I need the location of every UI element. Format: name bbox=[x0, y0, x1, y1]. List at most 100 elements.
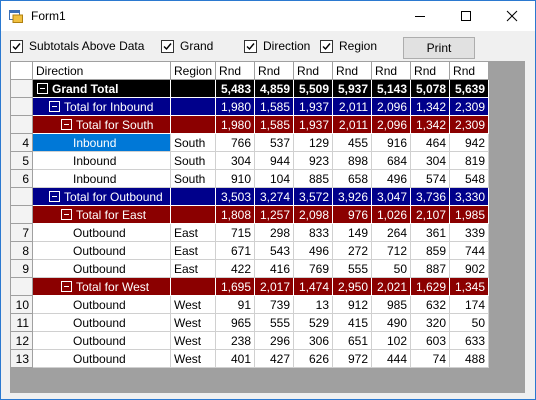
value-cell[interactable]: 74 bbox=[410, 349, 451, 368]
flex-grid[interactable]: Direction Region Rnd Rnd Rnd Rnd Rnd Rnd Rnd Gran… bbox=[10, 61, 525, 393]
region-cell[interactable]: South bbox=[169, 169, 217, 188]
value-cell[interactable]: 1,695 bbox=[215, 277, 256, 296]
column-header[interactable]: Rnd bbox=[410, 61, 451, 80]
table-row[interactable]: 7 Outbound East 715 298 833 149 264 361 339 bbox=[10, 223, 490, 242]
value-cell[interactable]: 819 bbox=[449, 151, 490, 170]
value-cell[interactable]: 13 bbox=[293, 295, 334, 314]
region-cell[interactable]: West bbox=[169, 295, 217, 314]
value-cell[interactable]: 1,937 bbox=[293, 97, 334, 116]
subtotal-row[interactable]: Grand Total 5,483 4,859 5,509 5,937 5,143 5,07… bbox=[10, 79, 490, 98]
value-cell[interactable]: 488 bbox=[449, 349, 490, 368]
row-header-cell[interactable]: 12 bbox=[10, 331, 33, 350]
value-cell[interactable]: 2,017 bbox=[254, 277, 295, 296]
value-cell[interactable]: 1,937 bbox=[293, 115, 334, 134]
value-cell[interactable]: 603 bbox=[410, 331, 451, 350]
value-cell[interactable]: 1,585 bbox=[254, 97, 295, 116]
value-cell[interactable]: 427 bbox=[254, 349, 295, 368]
value-cell[interactable]: 555 bbox=[332, 259, 373, 278]
value-cell[interactable]: 2,098 bbox=[293, 205, 334, 224]
row-header-cell[interactable]: 4 bbox=[10, 133, 33, 152]
direction-checkbox[interactable]: Direction bbox=[244, 38, 310, 54]
value-cell[interactable]: 1,345 bbox=[449, 277, 490, 296]
region-cell[interactable]: South bbox=[169, 133, 217, 152]
value-cell[interactable]: 1,985 bbox=[449, 205, 490, 224]
value-cell[interactable]: 5,143 bbox=[371, 79, 412, 98]
direction-cell[interactable]: Outbound bbox=[32, 331, 171, 350]
value-cell[interactable]: 464 bbox=[410, 133, 451, 152]
value-cell[interactable]: 1,585 bbox=[254, 115, 295, 134]
value-cell[interactable]: 626 bbox=[293, 349, 334, 368]
direction-cell[interactable]: Outbound bbox=[32, 313, 171, 332]
direction-cell[interactable]: Total for South bbox=[32, 115, 171, 134]
subtotal-row[interactable]: Total for West 1,695 2,017 1,474 2,950 2,021 1… bbox=[10, 277, 490, 296]
value-cell[interactable]: 976 bbox=[332, 205, 373, 224]
value-cell[interactable]: 490 bbox=[371, 313, 412, 332]
value-cell[interactable]: 304 bbox=[215, 151, 256, 170]
column-header[interactable]: Rnd bbox=[449, 61, 490, 80]
direction-cell[interactable]: Outbound bbox=[32, 223, 171, 242]
region-cell[interactable] bbox=[169, 115, 217, 134]
row-header-cell[interactable] bbox=[10, 277, 33, 296]
collapse-icon[interactable] bbox=[61, 208, 72, 220]
value-cell[interactable]: 2,950 bbox=[332, 277, 373, 296]
value-cell[interactable]: 5,078 bbox=[410, 79, 451, 98]
value-cell[interactable]: 715 bbox=[215, 223, 256, 242]
value-cell[interactable]: 3,330 bbox=[449, 187, 490, 206]
region-cell[interactable] bbox=[169, 205, 217, 224]
value-cell[interactable]: 102 bbox=[371, 331, 412, 350]
value-cell[interactable]: 923 bbox=[293, 151, 334, 170]
row-header-cell[interactable]: 5 bbox=[10, 151, 33, 170]
value-cell[interactable]: 543 bbox=[254, 241, 295, 260]
value-cell[interactable]: 5,639 bbox=[449, 79, 490, 98]
value-cell[interactable]: 1,808 bbox=[215, 205, 256, 224]
value-cell[interactable]: 1,980 bbox=[215, 97, 256, 116]
value-cell[interactable]: 739 bbox=[254, 295, 295, 314]
grid-corner-cell[interactable] bbox=[10, 61, 33, 80]
value-cell[interactable]: 1,629 bbox=[410, 277, 451, 296]
row-header-cell[interactable]: 7 bbox=[10, 223, 33, 242]
direction-cell[interactable]: Outbound bbox=[32, 241, 171, 260]
subtotal-row[interactable]: Total for Outbound 3,503 3,274 3,572 3,926 3,… bbox=[10, 187, 490, 206]
value-cell[interactable]: 416 bbox=[254, 259, 295, 278]
value-cell[interactable]: 1,474 bbox=[293, 277, 334, 296]
value-cell[interactable]: 912 bbox=[332, 295, 373, 314]
value-cell[interactable]: 2,096 bbox=[371, 97, 412, 116]
value-cell[interactable]: 942 bbox=[449, 133, 490, 152]
table-row[interactable]: 5 Inbound South 304 944 923 898 684 304 819 bbox=[10, 151, 490, 170]
column-header[interactable]: Rnd bbox=[293, 61, 334, 80]
value-cell[interactable]: 633 bbox=[449, 331, 490, 350]
region-cell[interactable]: East bbox=[169, 259, 217, 278]
direction-cell[interactable]: Outbound bbox=[32, 295, 171, 314]
collapse-icon[interactable] bbox=[37, 82, 48, 94]
value-cell[interactable]: 769 bbox=[293, 259, 334, 278]
value-cell[interactable]: 529 bbox=[293, 313, 334, 332]
value-cell[interactable]: 401 bbox=[215, 349, 256, 368]
value-cell[interactable]: 859 bbox=[410, 241, 451, 260]
region-cell[interactable] bbox=[169, 97, 217, 116]
value-cell[interactable]: 985 bbox=[371, 295, 412, 314]
value-cell[interactable]: 944 bbox=[254, 151, 295, 170]
direction-cell[interactable]: Total for Inbound bbox=[32, 97, 171, 116]
value-cell[interactable]: 298 bbox=[254, 223, 295, 242]
value-cell[interactable]: 306 bbox=[293, 331, 334, 350]
region-cell[interactable] bbox=[169, 187, 217, 206]
row-header-cell[interactable] bbox=[10, 187, 33, 206]
table-row[interactable]: 13 Outbound West 401 427 626 972 444 74 488 bbox=[10, 349, 490, 368]
value-cell[interactable]: 887 bbox=[410, 259, 451, 278]
collapse-icon[interactable] bbox=[61, 280, 72, 292]
value-cell[interactable]: 415 bbox=[332, 313, 373, 332]
subtotal-row[interactable]: Total for South 1,980 1,585 1,937 2,011 2,096… bbox=[10, 115, 490, 134]
value-cell[interactable]: 658 bbox=[332, 169, 373, 188]
maximize-button[interactable] bbox=[443, 1, 489, 31]
row-header-cell[interactable]: 6 bbox=[10, 169, 33, 188]
direction-cell[interactable]: Total for Outbound bbox=[32, 187, 171, 206]
value-cell[interactable]: 898 bbox=[332, 151, 373, 170]
value-cell[interactable]: 671 bbox=[215, 241, 256, 260]
value-cell[interactable]: 574 bbox=[410, 169, 451, 188]
value-cell[interactable]: 3,736 bbox=[410, 187, 451, 206]
subtotals-above-checkbox[interactable]: Subtotals Above Data bbox=[10, 38, 144, 54]
value-cell[interactable]: 3,274 bbox=[254, 187, 295, 206]
value-cell[interactable]: 1,257 bbox=[254, 205, 295, 224]
value-cell[interactable]: 339 bbox=[449, 223, 490, 242]
value-cell[interactable]: 444 bbox=[371, 349, 412, 368]
